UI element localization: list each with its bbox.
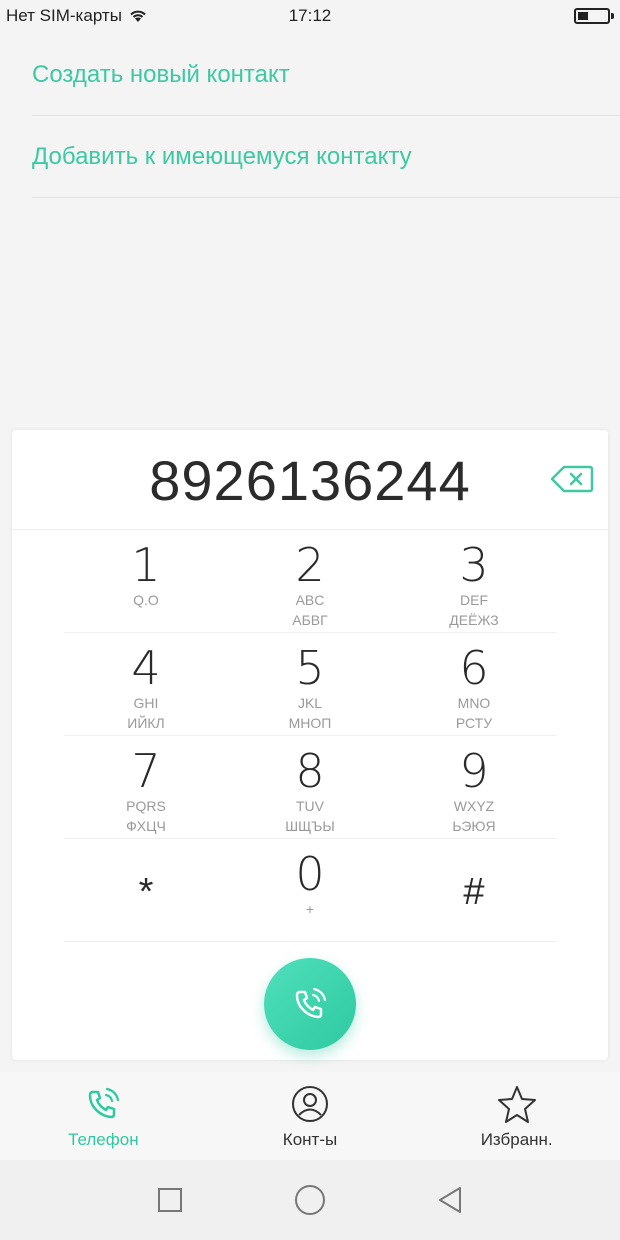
key-letters: Q.O [133, 592, 159, 608]
key-letters: JKL [297, 695, 323, 711]
tab-phone[interactable]: Телефон [0, 1072, 207, 1160]
key-digit: 7 [131, 744, 161, 798]
key-hash[interactable]: # [392, 839, 556, 941]
key-star[interactable]: * [64, 839, 228, 941]
key-digit: 2 [295, 538, 325, 592]
key-4[interactable]: 4 GHI ИЙКЛ [64, 633, 228, 735]
add-to-existing-contact-item[interactable]: Добавить к имеющемуся контакту [32, 116, 620, 198]
key-letters: GHI [133, 695, 159, 711]
tab-label: Конт-ы [282, 1130, 338, 1149]
key-digit: 3 [459, 538, 489, 592]
keypad-row: 4 GHI ИЙКЛ 5 JKL МНОП 6 MNO РСТУ [64, 633, 556, 736]
key-letters-cyrillic: ФХЦЧ [126, 818, 166, 834]
key-letters-cyrillic: ИЙКЛ [127, 715, 165, 731]
backspace-button[interactable] [550, 464, 594, 494]
tab-label: Избранн. [480, 1130, 553, 1149]
status-time: 17:12 [288, 6, 332, 25]
star-icon [497, 1086, 536, 1123]
number-row: 8926136244 [12, 430, 608, 530]
key-7[interactable]: 7 PQRS ФХЦЧ [64, 736, 228, 838]
keypad-row: 7 PQRS ФХЦЧ 8 TUV ШЩЪЫ 9 WXYZ ЬЭЮЯ [64, 736, 556, 839]
recent-apps-button[interactable] [150, 1180, 190, 1220]
key-digit: 6 [459, 641, 489, 695]
key-letters-cyrillic: МНОП [288, 715, 332, 731]
key-letters: + [305, 901, 315, 917]
call-button[interactable] [264, 958, 356, 1050]
dialed-number[interactable]: 8926136244 [12, 448, 608, 513]
key-digit: 0 [295, 847, 325, 901]
back-triangle-icon [439, 1187, 461, 1213]
key-letters: PQRS [126, 798, 166, 814]
key-8[interactable]: 8 TUV ШЩЪЫ [228, 736, 392, 838]
key-6[interactable]: 6 MNO РСТУ [392, 633, 556, 735]
key-digit: 5 [295, 641, 325, 695]
key-digit: * [138, 871, 154, 913]
key-letters-cyrillic: ДЕЁЖЗ [449, 612, 499, 628]
phone-call-icon [295, 987, 327, 1019]
bottom-tab-bar: Телефон Конт-ы Избранн. [0, 1072, 620, 1160]
battery-icon [574, 8, 614, 24]
key-digit: # [463, 871, 485, 913]
key-9[interactable]: 9 WXYZ ЬЭЮЯ [392, 736, 556, 838]
keypad-row: 1 Q.O 2 ABC АБВГ 3 DEF ДЕЁЖЗ [64, 530, 556, 633]
key-digit: 9 [459, 744, 489, 798]
phone-icon [89, 1087, 120, 1119]
key-digit: 1 [131, 538, 161, 592]
key-0[interactable]: 0 + [228, 839, 392, 941]
status-bar: Нет SIM-карты 17:12 [0, 0, 620, 34]
contact-action-list: Создать новый контакт Добавить к имеющем… [32, 34, 620, 198]
create-new-contact-item[interactable]: Создать новый контакт [32, 34, 620, 116]
square-icon [158, 1188, 182, 1212]
key-letters: ABC [295, 592, 325, 608]
key-letters-cyrillic: ЬЭЮЯ [452, 818, 496, 834]
key-letters: MNO [457, 695, 491, 711]
key-letters-cyrillic: АБВГ [292, 612, 328, 628]
tab-label: Телефон [68, 1130, 139, 1149]
key-3[interactable]: 3 DEF ДЕЁЖЗ [392, 530, 556, 632]
key-letters: WXYZ [453, 798, 495, 814]
key-letters-cyrillic: РСТУ [455, 715, 493, 731]
tab-contacts[interactable]: Конт-ы [207, 1072, 414, 1160]
keypad-row: * 0 + # [64, 839, 556, 942]
backspace-icon [550, 465, 594, 493]
system-nav-bar [0, 1160, 620, 1240]
key-letters-cyrillic: ШЩЪЫ [285, 818, 335, 834]
dialer-panel: 8926136244 1 Q.O 2 ABC АБВГ 3 DEF ДЕЁЖЗ [12, 430, 608, 1060]
back-button[interactable] [430, 1180, 470, 1220]
contact-icon [292, 1086, 328, 1122]
key-1[interactable]: 1 Q.O [64, 530, 228, 632]
key-digit: 8 [295, 744, 325, 798]
key-5[interactable]: 5 JKL МНОП [228, 633, 392, 735]
key-letters: DEF [460, 592, 488, 608]
circle-icon [295, 1185, 325, 1215]
key-digit: 4 [131, 641, 161, 695]
home-button[interactable] [290, 1180, 330, 1220]
key-2[interactable]: 2 ABC АБВГ [228, 530, 392, 632]
key-letters: TUV [296, 798, 324, 814]
keypad: 1 Q.O 2 ABC АБВГ 3 DEF ДЕЁЖЗ 4 GHI ИЙКЛ … [12, 530, 608, 942]
tab-favorites[interactable]: Избранн. [413, 1072, 620, 1160]
